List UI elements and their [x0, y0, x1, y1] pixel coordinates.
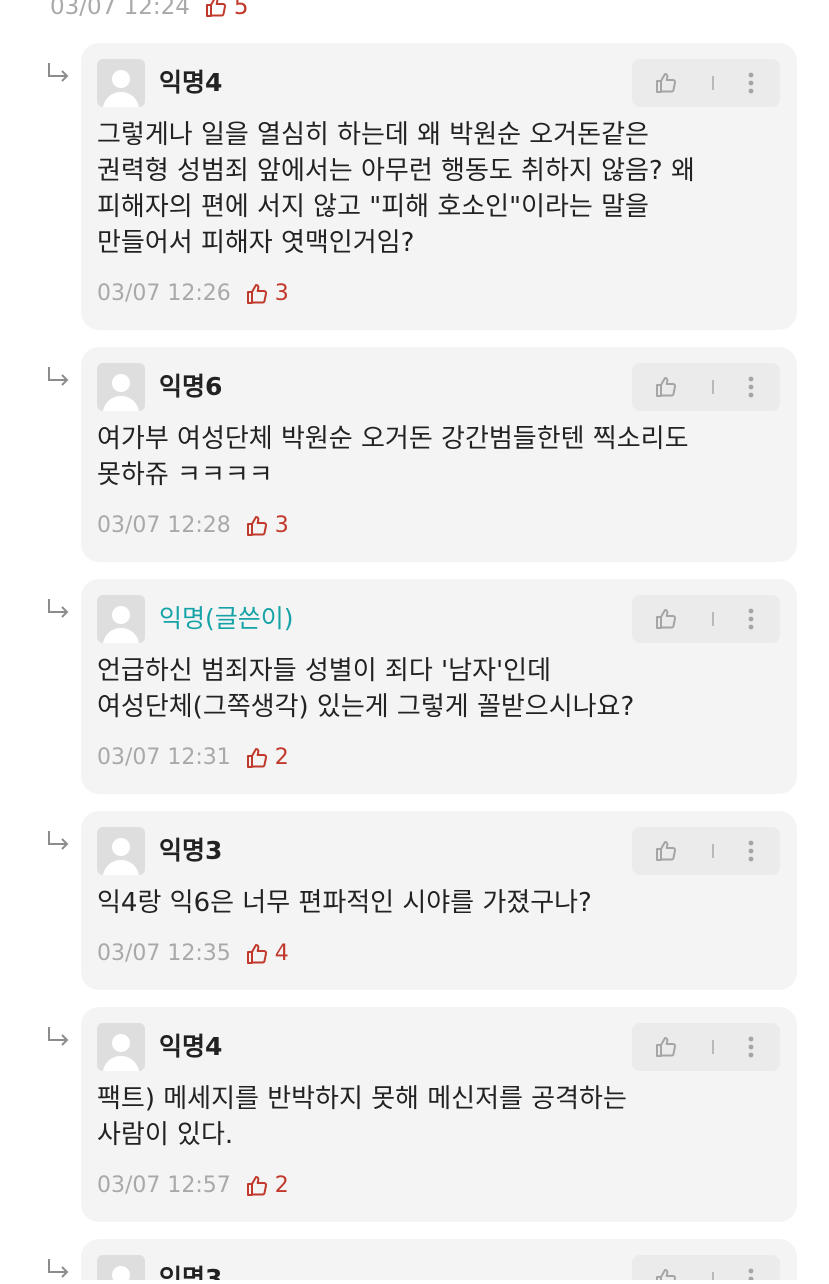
more-vertical-icon[interactable]: [748, 607, 754, 631]
divider: [712, 76, 714, 90]
comment-author[interactable]: 익명6: [159, 367, 222, 403]
default-avatar-icon: [103, 374, 139, 411]
comment-text: 그렇게나 일을 열심히 하는데 왜 박원순 오거돈같은 권력형 성범죄 앞에서는…: [97, 120, 695, 258]
like-count[interactable]: 5: [204, 0, 249, 20]
comment-time: 03/07 12:28: [97, 513, 231, 538]
avatar[interactable]: [97, 1255, 145, 1280]
comment-meta: 03/07 12:57 2: [97, 1173, 289, 1198]
like-count[interactable]: 4: [245, 941, 289, 966]
comment-meta: 03/07 12:28 3: [97, 513, 289, 538]
default-avatar-icon: [103, 1034, 139, 1071]
thumbs-up-icon: [246, 1175, 267, 1196]
like-count[interactable]: 2: [245, 745, 289, 770]
comment-actions: [632, 827, 780, 875]
avatar[interactable]: [97, 595, 145, 643]
comment-text: 팩트) 메세지를 반박하지 못해 메신저를 공격하는 사람이 있다.: [97, 1084, 627, 1150]
thumbs-up-icon: [246, 943, 267, 964]
comment-actions: [632, 59, 780, 107]
comment-actions: [632, 1023, 780, 1071]
thumbs-up-icon: [246, 515, 267, 536]
more-vertical-icon[interactable]: [748, 375, 754, 399]
thumbs-up-icon: [246, 747, 267, 768]
divider: [712, 844, 714, 858]
thumbs-up-icon: [246, 283, 267, 304]
avatar[interactable]: [97, 59, 145, 107]
divider: [712, 380, 714, 394]
previous-comment-meta: 03/07 12:24 5: [50, 0, 249, 22]
default-avatar-icon: [103, 70, 139, 107]
divider: [712, 1040, 714, 1054]
comment-meta: 03/07 12:35 4: [97, 941, 289, 966]
thumbs-up-icon[interactable]: [654, 1267, 678, 1280]
comment-text: 여가부 여성단체 박원순 오거돈 강간범들한텐 찍소리도 못하쥬 ㅋㅋㅋㅋ: [97, 424, 689, 490]
comment-card: 익명3 익4랑 익6은 너무 편파적인 시야를 가졌구나? 03/07 12:3…: [81, 811, 797, 990]
thumbs-up-icon: [205, 0, 226, 17]
reply-arrow-icon: [48, 63, 69, 82]
thumbs-up-icon[interactable]: [654, 71, 678, 95]
more-vertical-icon[interactable]: [748, 839, 754, 863]
comment-author-op[interactable]: 익명(글쓴이): [159, 599, 294, 635]
comment-author[interactable]: 익명3: [159, 831, 222, 867]
default-avatar-icon: [112, 1266, 130, 1280]
thumbs-up-icon[interactable]: [654, 375, 678, 399]
reply-arrow-icon: [48, 367, 69, 386]
avatar[interactable]: [97, 1023, 145, 1071]
comment-meta: 03/07 12:31 2: [97, 745, 289, 770]
comment-actions: [632, 595, 780, 643]
avatar[interactable]: [97, 827, 145, 875]
comment-card: 익명4 그렇게나 일을 열심히 하는데 왜 박원순 오거돈같은 권력형 성범죄 …: [81, 43, 797, 330]
comment-actions: [632, 363, 780, 411]
comment-time: 03/07 12:57: [97, 1173, 231, 1198]
divider: [712, 612, 714, 626]
comment-author[interactable]: 익명4: [159, 63, 222, 99]
comment-time: 03/07 12:31: [97, 745, 231, 770]
comment-time: 03/07 12:24: [50, 0, 190, 20]
default-avatar-icon: [103, 838, 139, 875]
more-vertical-icon[interactable]: [748, 71, 754, 95]
comment-text: 익4랑 익6은 너무 편파적인 시야를 가졌구나?: [97, 888, 592, 918]
comment-time: 03/07 12:35: [97, 941, 231, 966]
thumbs-up-icon[interactable]: [654, 839, 678, 863]
comment-meta: 03/07 12:26 3: [97, 281, 289, 306]
like-count[interactable]: 3: [245, 513, 289, 538]
thumbs-up-icon[interactable]: [654, 607, 678, 631]
more-vertical-icon[interactable]: [748, 1035, 754, 1059]
comment-author[interactable]: 익명3: [159, 1259, 222, 1280]
more-vertical-icon[interactable]: [748, 1267, 754, 1280]
comment-card: 익명(글쓴이) 언급하신 범죄자들 성별이 죄다 '남자'인데 여성단체(그쪽생…: [81, 579, 797, 794]
comment-text: 언급하신 범죄자들 성별이 죄다 '남자'인데 여성단체(그쪽생각) 있는게 그…: [97, 656, 635, 722]
comment-card: 익명4 팩트) 메세지를 반박하지 못해 메신저를 공격하는 사람이 있다. 0…: [81, 1007, 797, 1222]
comment-time: 03/07 12:26: [97, 281, 231, 306]
comment-card: 익명3: [81, 1239, 797, 1280]
comment-actions: [632, 1255, 780, 1280]
reply-arrow-icon: [48, 1027, 69, 1046]
reply-arrow-icon: [48, 831, 69, 850]
default-avatar-icon: [103, 606, 139, 643]
like-count[interactable]: 3: [245, 281, 289, 306]
thumbs-up-icon[interactable]: [654, 1035, 678, 1059]
avatar[interactable]: [97, 363, 145, 411]
comment-card: 익명6 여가부 여성단체 박원순 오거돈 강간범들한텐 찍소리도 못하쥬 ㅋㅋㅋ…: [81, 347, 797, 562]
comment-author[interactable]: 익명4: [159, 1027, 222, 1063]
divider: [712, 1272, 714, 1280]
reply-arrow-icon: [48, 599, 69, 618]
like-count[interactable]: 2: [245, 1173, 289, 1198]
